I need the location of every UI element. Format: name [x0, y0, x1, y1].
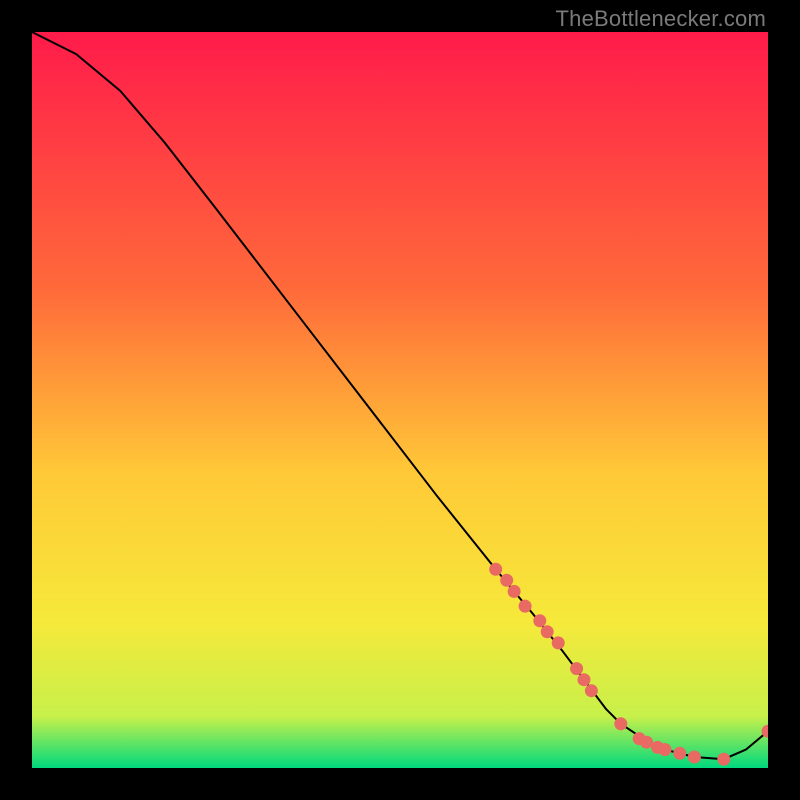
highlight-point [688, 751, 701, 764]
highlight-point [659, 743, 672, 756]
highlight-point [585, 684, 598, 697]
highlight-point [519, 600, 532, 613]
gradient-background [32, 32, 768, 768]
chart-container: TheBottlenecker.com [0, 0, 800, 800]
highlight-point [578, 673, 591, 686]
chart-svg [32, 32, 768, 768]
highlight-point [533, 614, 546, 627]
watermark-text: TheBottlenecker.com [556, 6, 766, 32]
highlight-point [717, 753, 730, 766]
highlight-point [541, 625, 554, 638]
highlight-point [500, 574, 513, 587]
highlight-point [489, 563, 502, 576]
highlight-point [508, 585, 521, 598]
highlight-point [570, 662, 583, 675]
plot-area [32, 32, 768, 768]
highlight-point [552, 636, 565, 649]
highlight-point [673, 747, 686, 760]
highlight-point [614, 717, 627, 730]
